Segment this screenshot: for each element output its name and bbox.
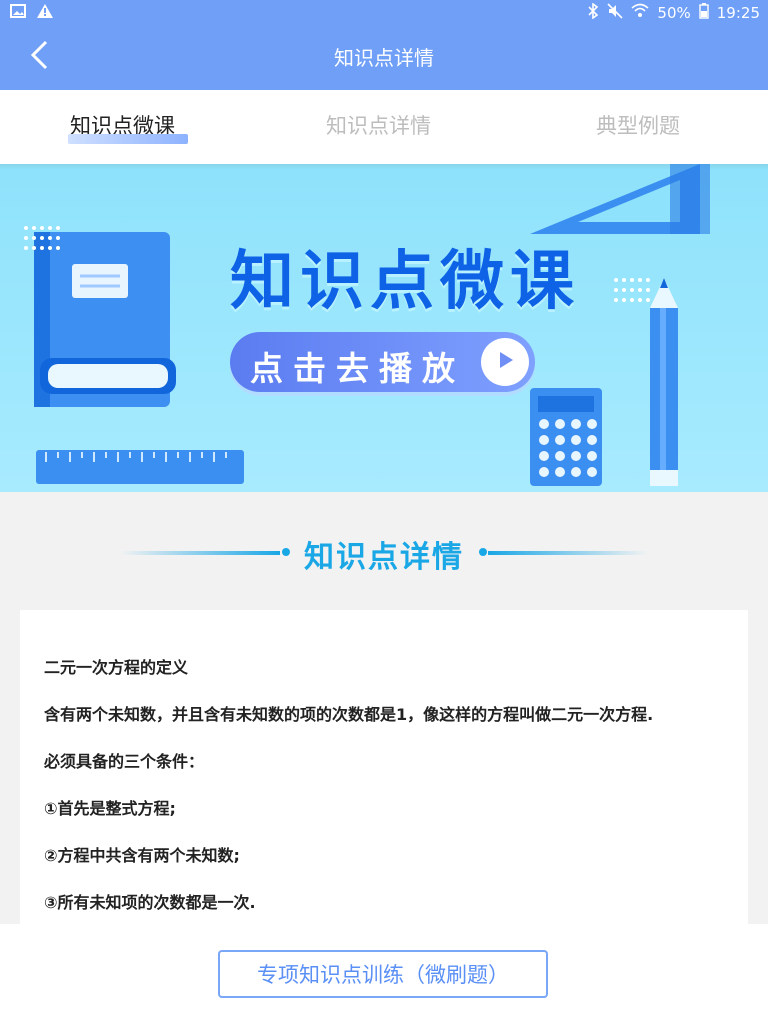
battery-percent: 50% — [657, 4, 691, 22]
special-training-button[interactable]: 专项知识点训练（微刷题） — [218, 950, 548, 998]
decorative-dot-right — [479, 548, 487, 556]
status-right: 50% 19:25 — [587, 2, 760, 23]
page-title: 知识点详情 — [334, 46, 434, 70]
play-button[interactable]: 点击去播放 — [230, 332, 535, 392]
dots-decoration-icon — [22, 224, 66, 258]
status-left-icons — [10, 3, 54, 23]
content-line: ②方程中共含有两个未知数; — [44, 846, 240, 865]
mute-icon — [607, 3, 623, 23]
warning-icon — [36, 3, 54, 23]
tab-typical-examples[interactable]: 典型例题 — [596, 110, 680, 140]
tab-bar: 知识点微课 知识点详情 典型例题 — [0, 90, 768, 164]
banner-title: 知识点微课 — [230, 245, 580, 319]
micro-course-banner[interactable]: 知识点微课 点击去播放 — [0, 164, 768, 492]
play-icon-circle — [481, 338, 529, 386]
content-line: 二元一次方程的定义 — [44, 658, 189, 677]
content-card: 二元一次方程的定义 含有两个未知数，并且含有未知数的项的次数都是1，像这样的方程… — [20, 610, 748, 924]
image-icon — [10, 3, 26, 23]
status-bar: 50% 19:25 — [0, 0, 768, 24]
bottom-bar: 专项知识点训练（微刷题） — [0, 924, 768, 1024]
content-line: ①首先是整式方程; — [44, 799, 176, 818]
ruler-illustration-icon — [36, 450, 246, 490]
play-icon — [494, 349, 516, 375]
content-line: ③所有未知项的次数都是一次. — [44, 893, 256, 912]
content-line: 必须具备的三个条件： — [44, 752, 205, 771]
pencil-illustration-icon — [646, 278, 682, 492]
decorative-line-right — [488, 551, 648, 555]
battery-icon — [699, 3, 709, 23]
section-title: 知识点详情 — [304, 540, 464, 575]
content-line: 含有两个未知数，并且含有未知数的项的次数都是1，像这样的方程叫做二元一次方程. — [44, 705, 654, 724]
clock: 19:25 — [716, 4, 760, 22]
app-bar: 知识点详情 — [0, 24, 768, 90]
book-illustration-icon — [34, 232, 184, 416]
bluetooth-icon — [587, 2, 599, 23]
active-tab-indicator — [68, 134, 188, 144]
section-header: 知识点详情 — [0, 532, 768, 575]
tab-knowledge-detail[interactable]: 知识点详情 — [326, 110, 431, 140]
wifi-icon — [631, 3, 649, 23]
calculator-illustration-icon — [530, 388, 602, 490]
play-label: 点击去播放 — [250, 349, 465, 388]
